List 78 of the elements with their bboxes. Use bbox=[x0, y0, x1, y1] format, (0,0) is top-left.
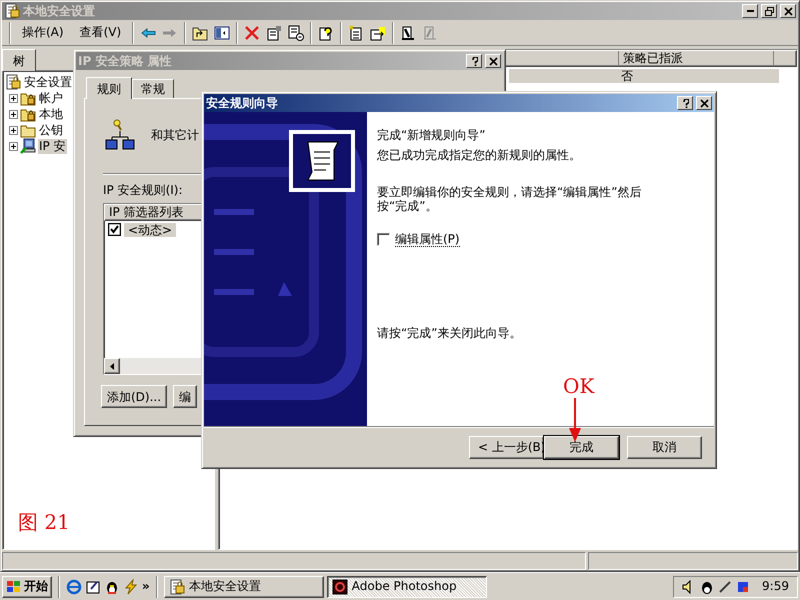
tree-tab[interactable]: 树 bbox=[2, 49, 36, 72]
restore-icon bbox=[764, 6, 774, 16]
restore-button[interactable] bbox=[761, 4, 777, 18]
browser-icon[interactable] bbox=[66, 578, 82, 594]
description-text: 和其它计 bbox=[151, 128, 199, 142]
new-document-icon[interactable] bbox=[348, 24, 364, 40]
minimize-icon bbox=[746, 10, 754, 12]
column-header[interactable]: 策略已指派 bbox=[619, 51, 774, 66]
window-title: IP 安全策略 属性 bbox=[78, 54, 173, 68]
wizard-text: 您已成功完成指定您的新规则的属性。 bbox=[377, 148, 582, 163]
lock-document-icon bbox=[5, 74, 21, 90]
expand-icon[interactable] bbox=[9, 142, 18, 151]
list-item[interactable]: <动态> bbox=[124, 222, 176, 237]
tool-icon[interactable] bbox=[400, 24, 416, 40]
computer-icon bbox=[20, 138, 36, 154]
scroll-left-button[interactable] bbox=[104, 358, 120, 374]
annotation-label: OK bbox=[563, 374, 594, 398]
lock-document-icon bbox=[168, 578, 185, 594]
help-button[interactable] bbox=[466, 54, 482, 68]
close-icon bbox=[700, 98, 708, 108]
expand-icon[interactable] bbox=[9, 94, 18, 103]
folder-up-icon[interactable] bbox=[192, 24, 208, 40]
tree-item[interactable]: 安全设置 bbox=[23, 75, 73, 90]
close-icon bbox=[784, 6, 792, 16]
table-cell: 否 bbox=[509, 69, 779, 84]
taskbar-button[interactable]: 本地安全设置 bbox=[164, 576, 324, 598]
wizard-button[interactable]: 取消 bbox=[627, 436, 702, 459]
clock: 9:59 bbox=[762, 579, 789, 594]
checked-checkbox[interactable] bbox=[108, 223, 121, 236]
close-button[interactable] bbox=[485, 54, 501, 68]
wizard-instruction: 要立即编辑你的安全规则，请选择“编辑属性”然后按“完成”。 bbox=[377, 184, 642, 214]
window-title: 本地安全设置 bbox=[23, 4, 96, 18]
help-button[interactable] bbox=[677, 96, 693, 110]
export-icon[interactable] bbox=[288, 24, 304, 40]
windows-logo-icon bbox=[6, 580, 22, 594]
close-button[interactable] bbox=[780, 4, 796, 18]
tree-item[interactable]: IP 安 bbox=[38, 139, 67, 154]
penguin-icon[interactable] bbox=[700, 580, 714, 594]
wizard-heading: 完成“新增规则向导” bbox=[377, 128, 486, 142]
import-icon[interactable] bbox=[370, 24, 386, 40]
lock-document-icon bbox=[4, 3, 20, 19]
menu-item[interactable]: 查看(V) bbox=[72, 25, 130, 40]
dialog-button[interactable]: 添加(D)... bbox=[101, 385, 168, 408]
wizard-footer-text: 请按“完成”来关闭此向导。 bbox=[377, 326, 522, 340]
minimize-button[interactable] bbox=[742, 4, 758, 18]
start-button[interactable]: 开始 bbox=[2, 576, 52, 598]
pen-icon[interactable] bbox=[718, 580, 732, 594]
window-title: 安全规则向导 bbox=[206, 96, 279, 110]
annotation-arrow bbox=[569, 398, 581, 442]
network-computers-icon bbox=[103, 119, 137, 151]
desktop-icon[interactable] bbox=[85, 578, 101, 594]
close-icon bbox=[488, 56, 498, 66]
menu-item[interactable]: 操作(A) bbox=[14, 25, 72, 40]
dialog-tab[interactable]: 规则 bbox=[86, 76, 132, 99]
help-icon[interactable] bbox=[318, 24, 334, 40]
close-button[interactable] bbox=[696, 96, 712, 110]
properties-icon[interactable] bbox=[266, 24, 282, 40]
lightning-icon[interactable] bbox=[123, 578, 139, 594]
delete-icon[interactable] bbox=[244, 24, 260, 40]
panel-icon[interactable] bbox=[214, 24, 230, 40]
expand-icon[interactable] bbox=[9, 110, 18, 119]
overflow-chevron[interactable]: » bbox=[142, 579, 150, 594]
tree-item[interactable]: 公钥 bbox=[38, 123, 64, 138]
flag-icon[interactable] bbox=[736, 580, 750, 594]
tree-item[interactable]: 帐户 bbox=[38, 91, 64, 106]
app-icon bbox=[332, 578, 348, 594]
taskbar-button[interactable]: Adobe Photoshop bbox=[326, 576, 487, 598]
rules-label: IP 安全规则(I): bbox=[103, 183, 183, 198]
checkbox-label[interactable]: 编辑属性(P) bbox=[395, 232, 460, 247]
tree-item[interactable]: 本地 bbox=[38, 107, 64, 122]
figure-caption: 图 21 bbox=[18, 510, 70, 534]
help-icon bbox=[470, 56, 478, 66]
dialog-button[interactable]: 编 bbox=[173, 385, 198, 408]
left-arrow-icon bbox=[110, 362, 114, 370]
expand-icon[interactable] bbox=[9, 126, 18, 135]
wizard-button[interactable]: 完成 bbox=[544, 436, 619, 459]
dialog-tab[interactable]: 常规 bbox=[132, 78, 174, 98]
help-icon bbox=[682, 98, 688, 108]
